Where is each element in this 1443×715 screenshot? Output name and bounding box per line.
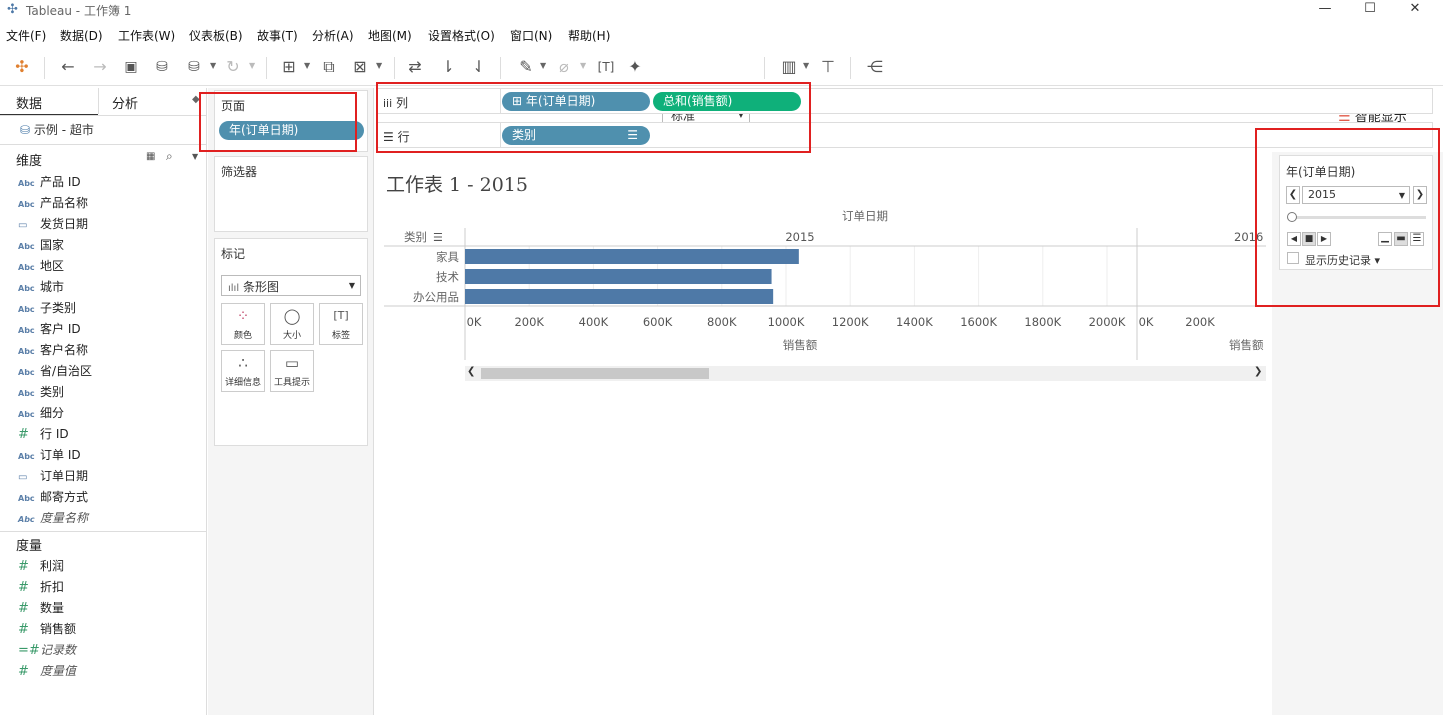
sort-icon: ☰ bbox=[433, 231, 443, 244]
play-forward-button[interactable]: ▶ bbox=[1317, 232, 1331, 246]
category-label: 家具 bbox=[436, 250, 459, 264]
x-tick-label-pane2: 0K bbox=[1139, 315, 1154, 329]
play-backward-button[interactable]: ◀ bbox=[1287, 232, 1301, 246]
x-tick-label: 1800K bbox=[1024, 315, 1061, 329]
pane-header-2016: 2016 bbox=[1234, 230, 1263, 244]
row-header-title: 类别 bbox=[404, 230, 427, 244]
bar bbox=[465, 249, 799, 264]
category-label: 办公用品 bbox=[413, 290, 459, 304]
category-label: 技术 bbox=[436, 270, 459, 284]
chevron-right-icon[interactable]: ❯ bbox=[1254, 366, 1262, 377]
x-tick-label: 1200K bbox=[832, 315, 869, 329]
page-control-card: 年(订单日期) ❮ 2015 ▼ ❯ ◀ ■ ▶ ▁ ▬ ☰ 显示历史记录 ▾ bbox=[1279, 155, 1433, 270]
page-prev-button[interactable]: ❮ bbox=[1286, 186, 1300, 204]
x-axis-title: 销售额 bbox=[783, 338, 818, 352]
page-select[interactable]: 2015 ▼ bbox=[1302, 186, 1410, 204]
bar bbox=[465, 269, 772, 284]
page-next-button[interactable]: ❯ bbox=[1413, 186, 1427, 204]
x-tick-label: 1000K bbox=[768, 315, 805, 329]
chevron-left-icon[interactable]: ❮ bbox=[467, 366, 475, 377]
page-slider-track[interactable] bbox=[1292, 216, 1426, 219]
x-tick-label: 200K bbox=[514, 315, 544, 329]
x-tick-label: 1600K bbox=[960, 315, 997, 329]
column-header-title: 订单日期 bbox=[842, 209, 888, 223]
pane-header-2015: 2015 bbox=[785, 230, 814, 244]
page-control-title: 年(订单日期) bbox=[1286, 165, 1356, 179]
speed-fast-icon[interactable]: ☰ bbox=[1410, 232, 1424, 246]
x-tick-label: 800K bbox=[707, 315, 737, 329]
scrollbar-thumb[interactable] bbox=[481, 368, 709, 379]
x-tick-label: 2000K bbox=[1089, 315, 1126, 329]
show-history-checkbox[interactable] bbox=[1287, 252, 1299, 264]
x-tick-label: 600K bbox=[643, 315, 673, 329]
x-tick-label-pane2: 200K bbox=[1185, 315, 1215, 329]
speed-medium-icon[interactable]: ▬ bbox=[1394, 232, 1408, 246]
x-axis-title-pane2: 销售额 bbox=[1229, 338, 1264, 352]
speed-slow-icon[interactable]: ▁ bbox=[1378, 232, 1392, 246]
chevron-down-icon: ▼ bbox=[1398, 191, 1405, 200]
x-tick-label: 400K bbox=[579, 315, 609, 329]
horizontal-scrollbar[interactable]: ❮ ❯ bbox=[465, 366, 1266, 381]
bar-chart: 订单日期类别 ☰ 2015 2016 家具技术办公用品 0K 200K 400K 600K 800… bbox=[384, 209, 1266, 360]
x-tick-label: 1400K bbox=[896, 315, 933, 329]
stop-button[interactable]: ■ bbox=[1302, 232, 1316, 246]
bar bbox=[465, 289, 774, 304]
show-history-label[interactable]: 显示历史记录 ▾ bbox=[1305, 252, 1380, 268]
page-select-value: 2015 bbox=[1308, 188, 1336, 201]
page-slider-handle[interactable] bbox=[1287, 212, 1297, 222]
x-tick-label: 0K bbox=[467, 315, 482, 329]
